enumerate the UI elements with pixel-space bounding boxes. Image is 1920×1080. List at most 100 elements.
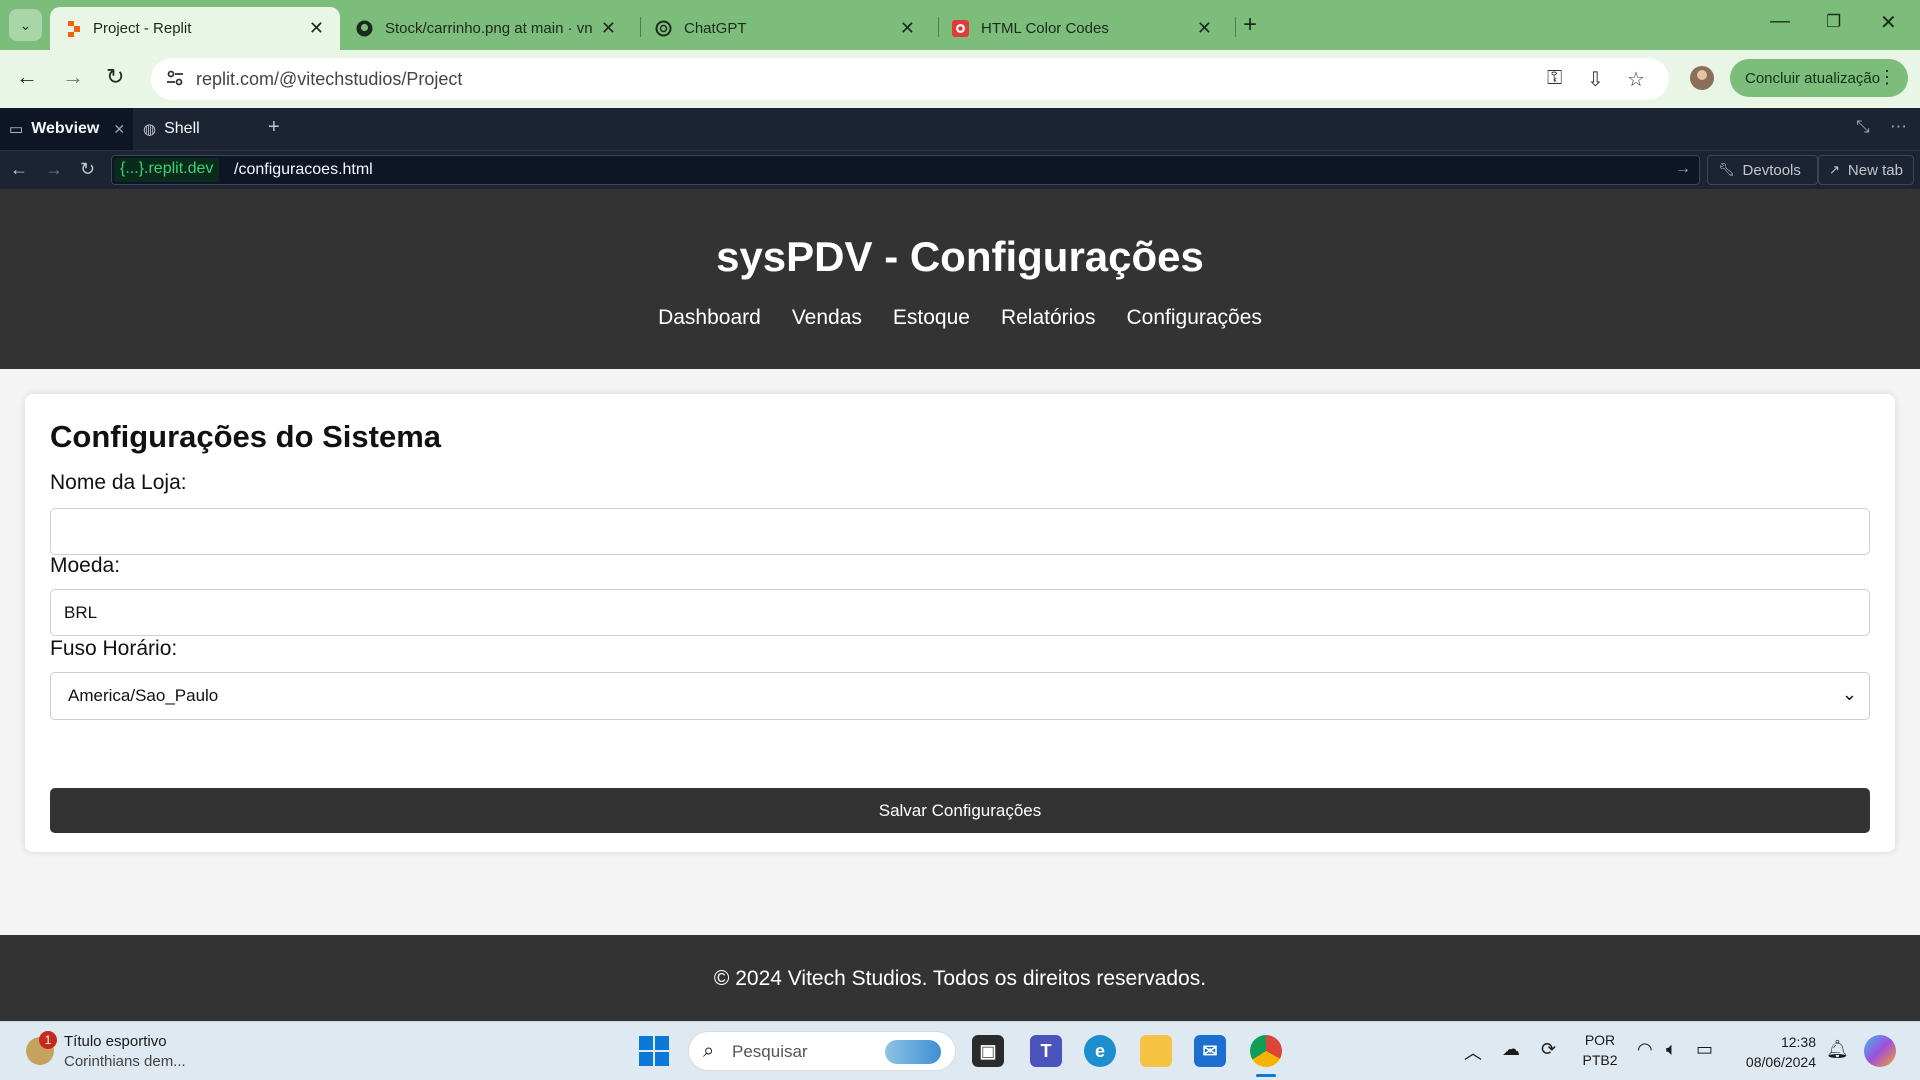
collapse-pane-icon[interactable]: ⤡	[1856, 117, 1870, 137]
back-arrow-icon[interactable]: ←	[16, 64, 38, 90]
chevron-down-icon: ⌄	[19, 16, 32, 33]
close-tab-icon[interactable]: ✕	[1197, 18, 1212, 39]
file-explorer-icon[interactable]	[1140, 1035, 1172, 1067]
copilot-icon[interactable]	[1864, 1035, 1896, 1067]
replit-domain-badge: {...}.replit.dev	[114, 158, 220, 182]
close-window-icon[interactable]: ✕	[1880, 10, 1897, 35]
notification-bell-icon[interactable]: 🔔︎	[1826, 1039, 1849, 1060]
tab-search-button[interactable]: ⌄	[9, 9, 42, 41]
replit-icon	[64, 20, 81, 37]
nav-link-relatorios[interactable]: Relatórios	[1001, 306, 1096, 330]
more-options-icon[interactable]: ⋯	[1890, 117, 1907, 137]
onedrive-cloud-icon[interactable]: ☁	[1502, 1039, 1520, 1060]
tab-label: Shell	[164, 120, 200, 137]
chrome-icon[interactable]	[1250, 1035, 1282, 1067]
show-hidden-icons-chevron-icon[interactable]: ︿	[1464, 1039, 1482, 1065]
edge-icon[interactable]: e	[1084, 1035, 1116, 1067]
profile-avatar[interactable]	[1690, 66, 1714, 90]
github-icon	[356, 20, 373, 37]
search-highlight-art	[885, 1040, 941, 1064]
password-key-icon[interactable]: ⚿	[1547, 67, 1562, 90]
back-arrow-icon[interactable]: ←	[10, 159, 28, 180]
tab-shell[interactable]: ◍ Shell	[133, 108, 253, 150]
update-label: Concluir atualização	[1745, 69, 1881, 87]
windows-start-icon[interactable]	[639, 1036, 669, 1066]
menu-kebab-icon[interactable]: ⋮	[1878, 67, 1896, 88]
battery-icon[interactable]: ▭	[1696, 1039, 1713, 1060]
forward-arrow-icon[interactable]: →	[45, 159, 63, 180]
minimize-icon[interactable]: —	[1770, 10, 1790, 33]
section-title: Configurações do Sistema	[50, 419, 442, 454]
timezone-label: Fuso Horário:	[50, 637, 178, 660]
language-code[interactable]: POR	[1582, 1032, 1618, 1048]
timezone-value: America/Sao_Paulo	[68, 686, 219, 705]
close-tab-icon[interactable]: ✕	[309, 18, 324, 39]
wifi-icon[interactable]: ◠	[1637, 1039, 1653, 1060]
tab-chatgpt[interactable]: ChatGPT ✕	[641, 7, 931, 50]
shell-icon: ◍	[143, 121, 157, 138]
task-view-icon[interactable]: ▣	[972, 1035, 1004, 1067]
news-subtitle: Corinthians dem...	[64, 1053, 186, 1070]
tab-replit[interactable]: Project - Replit ✕	[50, 7, 340, 50]
browser-toolbar: ← → ↻ replit.com/@vitechstudios/Project …	[0, 50, 1920, 108]
url-path: /configuracoes.html	[234, 161, 373, 178]
devtools-button[interactable]: 🔧︎ Devtools	[1707, 155, 1818, 185]
reload-icon[interactable]: ↻	[106, 64, 124, 90]
webview-address-row: ← → ↻ {...}.replit.dev /configuracoes.ht…	[0, 150, 1920, 189]
store-name-label: Nome da Loja:	[50, 471, 187, 494]
reload-icon[interactable]: ↻	[80, 159, 95, 180]
close-tab-icon[interactable]: ✕	[113, 121, 125, 138]
system-clock[interactable]: 12:38 08/06/2024	[1730, 1032, 1816, 1072]
go-arrow-icon[interactable]: →	[1675, 160, 1691, 178]
footer-text: © 2024 Vitech Studios. Todos os direitos…	[713, 967, 1207, 990]
new-tab-label: New tab	[1847, 161, 1903, 179]
wrench-icon: 🔧︎	[1718, 162, 1735, 177]
devtools-label: Devtools	[1742, 161, 1801, 179]
forward-arrow-icon[interactable]: →	[62, 64, 84, 90]
mail-icon[interactable]: ✉	[1194, 1035, 1226, 1067]
save-label: Salvar Configurações	[878, 800, 1042, 820]
tab-title: Project - Replit	[93, 20, 192, 37]
taskbar-search[interactable]: ⌕ Pesquisar	[688, 1031, 956, 1071]
volume-icon[interactable]: 🔈︎	[1666, 1039, 1677, 1060]
bookmark-star-icon[interactable]: ☆	[1627, 67, 1645, 92]
nav-link-dashboard[interactable]: Dashboard	[658, 306, 761, 330]
tab-title: ChatGPT	[684, 20, 747, 37]
site-nav: Dashboard Vendas Estoque Relatórios Conf…	[0, 306, 1920, 330]
timezone-select[interactable]: America/Sao_Paulo ⌄	[50, 672, 1870, 720]
tab-html-color-codes[interactable]: HTML Color Codes ✕	[938, 7, 1228, 50]
external-link-icon: ↗	[1829, 162, 1840, 177]
search-placeholder: Pesquisar	[732, 1042, 808, 1061]
webview-url-field[interactable]: {...}.replit.dev /configuracoes.html →	[111, 155, 1700, 185]
keyboard-layout[interactable]: PTB2	[1582, 1052, 1618, 1068]
browser-tab-bar: ⌄ Project - Replit ✕ Stock/carrinho.png …	[0, 0, 1920, 50]
restore-icon[interactable]: ❐	[1826, 12, 1841, 32]
address-text: replit.com/@vitechstudios/Project	[196, 69, 463, 89]
nav-link-vendas[interactable]: Vendas	[792, 306, 862, 330]
site-header: sysPDV - Configurações Dashboard Vendas …	[0, 189, 1920, 369]
nav-link-configuracoes[interactable]: Configurações	[1127, 306, 1262, 330]
install-app-icon[interactable]: ⇩	[1587, 67, 1604, 92]
currency-label: Moeda:	[50, 554, 121, 577]
address-bar[interactable]: replit.com/@vitechstudios/Project ⚿ ⇩ ☆	[151, 58, 1669, 100]
new-tab-plus-icon[interactable]: +	[1243, 11, 1257, 39]
currency-input[interactable]	[50, 589, 1870, 636]
site-info-icon[interactable]	[165, 68, 185, 88]
save-settings-button[interactable]: Salvar Configurações	[50, 788, 1870, 833]
close-tab-icon[interactable]: ✕	[601, 18, 616, 39]
nav-link-estoque[interactable]: Estoque	[893, 306, 970, 330]
update-button[interactable]: Concluir atualização ⋮	[1730, 59, 1908, 97]
clock-time: 12:38	[1780, 1034, 1816, 1050]
teams-icon[interactable]: T	[1030, 1035, 1062, 1067]
clock-date: 08/06/2024	[1745, 1054, 1816, 1070]
store-name-input[interactable]	[50, 508, 1870, 555]
tab-label: Webview	[31, 120, 100, 137]
sync-icon[interactable]: ⟳	[1541, 1039, 1556, 1060]
active-app-indicator	[1256, 1074, 1276, 1077]
open-new-tab-button[interactable]: ↗ New tab	[1818, 155, 1914, 185]
tab-github[interactable]: Stock/carrinho.png at main · vn ✕	[342, 7, 632, 50]
tab-webview[interactable]: ▭ Webview ✕	[0, 108, 133, 150]
close-tab-icon[interactable]: ✕	[900, 18, 915, 39]
add-tab-plus-icon[interactable]: +	[268, 116, 280, 139]
settings-card: Configurações do Sistema Nome da Loja: M…	[25, 394, 1895, 852]
